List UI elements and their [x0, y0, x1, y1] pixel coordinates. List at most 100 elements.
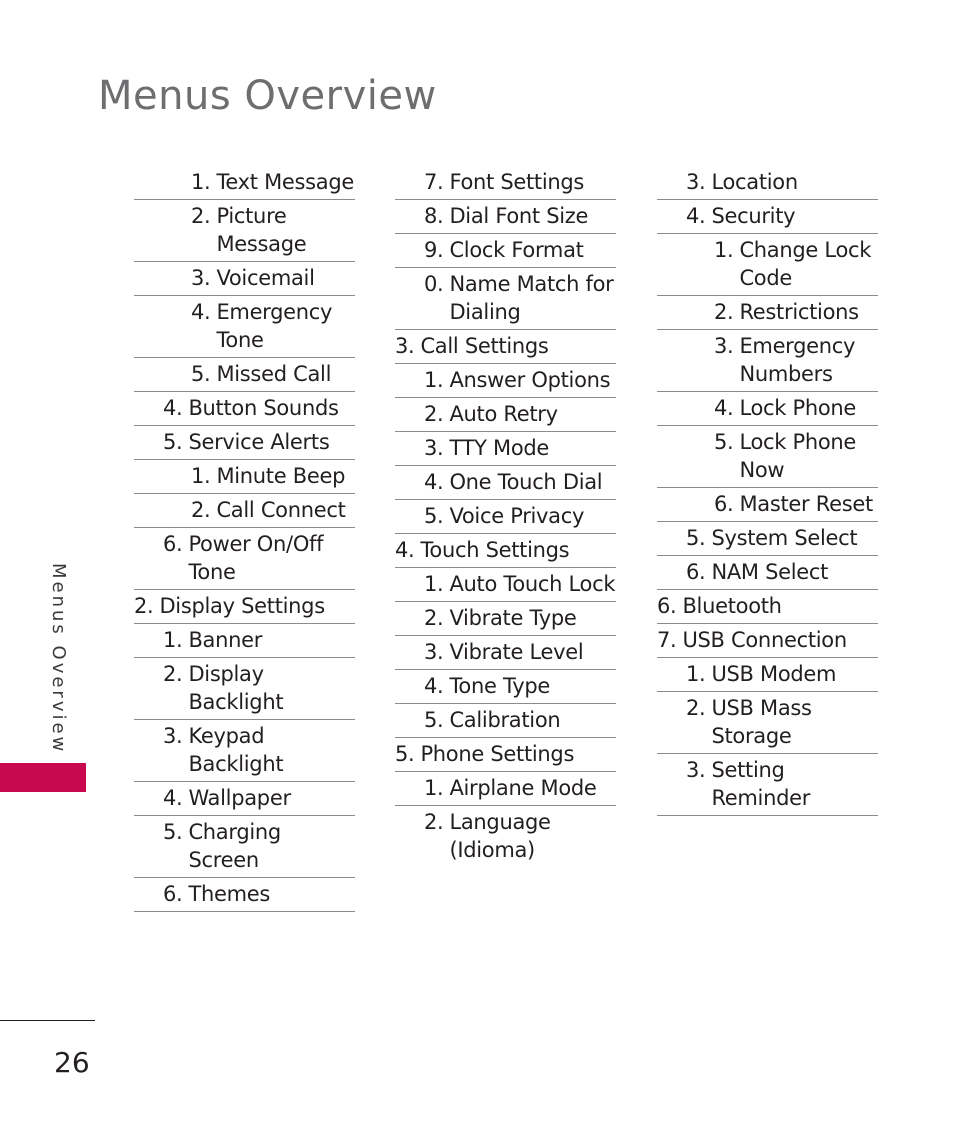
- menu-item-label: Tone Type: [449, 674, 550, 698]
- menu-item-label: Charging Screen: [188, 820, 281, 872]
- menu-item-number: 1.: [714, 238, 734, 262]
- menu-item: 6. Power On/Off Tone: [134, 528, 355, 590]
- menu-item-label: Display Backlight: [188, 662, 284, 714]
- menu-item: 2. Display Settings: [134, 590, 355, 624]
- menu-item-label: Emergency Tone: [216, 300, 333, 352]
- menu-item-label: Location: [711, 170, 798, 194]
- menu-item: 7. Font Settings: [395, 166, 616, 200]
- menu-item: 8. Dial Font Size: [395, 200, 616, 234]
- menu-item: 2. Call Connect: [134, 494, 355, 528]
- menu-item-label: Vibrate Type: [449, 606, 577, 630]
- menu-item-number: 1.: [424, 572, 444, 596]
- menu-item-number: 4.: [714, 396, 734, 420]
- menu-item: 6. Master Reset: [657, 488, 878, 522]
- menu-item-label: Restrictions: [739, 300, 859, 324]
- menu-item: 4. Wallpaper: [134, 782, 355, 816]
- menu-item-number: 2.: [191, 498, 211, 522]
- menu-item: 2. Vibrate Type: [395, 602, 616, 636]
- menu-item-label: Service Alerts: [188, 430, 330, 454]
- menu-item-number: 1.: [191, 170, 211, 194]
- menu-item-number: 4.: [191, 300, 211, 324]
- menu-item-label: Calibration: [449, 708, 561, 732]
- menu-item-label: Answer Options: [449, 368, 611, 392]
- menu-item-label: Lock Phone: [739, 396, 857, 420]
- menu-item-number: 3.: [395, 334, 415, 358]
- menu-item-number: 4.: [424, 470, 444, 494]
- menu-item-label: Keypad Backlight: [188, 724, 284, 776]
- menu-item-number: 8.: [424, 204, 444, 228]
- menu-item-number: 5.: [395, 742, 415, 766]
- menu-item-number: 0.: [424, 272, 444, 296]
- menu-item: 3. Emergency Numbers: [657, 330, 878, 392]
- menu-item-label: Banner: [188, 628, 263, 652]
- menu-item: 2. Restrictions: [657, 296, 878, 330]
- menu-item: 3. TTY Mode: [395, 432, 616, 466]
- menu-item: 2. Language (Idioma): [395, 806, 616, 867]
- menu-item-label: Call Connect: [216, 498, 346, 522]
- menu-item-number: 5.: [714, 430, 734, 454]
- menu-item-label: Missed Call: [216, 362, 332, 386]
- menu-item-label: Master Reset: [739, 492, 873, 516]
- menu-item-number: 2.: [134, 594, 154, 618]
- menu-item: 6. NAM Select: [657, 556, 878, 590]
- menu-item: 3. Vibrate Level: [395, 636, 616, 670]
- menu-item-number: 1.: [163, 628, 183, 652]
- menu-item-label: System Select: [711, 526, 858, 550]
- menu-item-label: Display Settings: [159, 594, 325, 618]
- menu-item: 4. Button Sounds: [134, 392, 355, 426]
- menu-item: 5. Phone Settings: [395, 738, 616, 772]
- menu-item: 2. Display Backlight: [134, 658, 355, 720]
- menu-item-number: 7.: [657, 628, 677, 652]
- menu-item: 1. Banner: [134, 624, 355, 658]
- menu-item-label: Wallpaper: [188, 786, 291, 810]
- menu-item-number: 2.: [686, 696, 706, 720]
- menu-item-label: Airplane Mode: [449, 776, 597, 800]
- menu-item-label: Lock Phone Now: [739, 430, 857, 482]
- menu-column-3: 3. Location 4. Security 1. Change Lock Code 2.…: [657, 166, 878, 816]
- menu-item: 1. Auto Touch Lock: [395, 568, 616, 602]
- menu-item-number: 3.: [424, 640, 444, 664]
- menu-item-number: 6.: [686, 560, 706, 584]
- menu-item-label: Auto Retry: [449, 402, 558, 426]
- menu-column-1: 1. Text Message 2. Picture Message 3. Voicema…: [134, 166, 355, 912]
- menu-item-label: USB Connection: [682, 628, 847, 652]
- menu-item-number: 1.: [424, 776, 444, 800]
- menu-item: 2. USB Mass Storage: [657, 692, 878, 754]
- menu-item: 5. Service Alerts: [134, 426, 355, 460]
- menu-item-label: Touch Settings: [420, 538, 570, 562]
- menu-item-label: Bluetooth: [682, 594, 782, 618]
- menu-item-label: Button Sounds: [188, 396, 339, 420]
- menu-item-label: Emergency Numbers: [739, 334, 856, 386]
- menu-item: 3. Setting Reminder: [657, 754, 878, 816]
- menu-item: 4. Tone Type: [395, 670, 616, 704]
- menu-item-number: 4.: [424, 674, 444, 698]
- menu-item-number: 5.: [686, 526, 706, 550]
- menu-item: 6. Bluetooth: [657, 590, 878, 624]
- menu-item-label: Voice Privacy: [449, 504, 585, 528]
- menu-item-label: USB Modem: [711, 662, 837, 686]
- menu-item: 7. USB Connection: [657, 624, 878, 658]
- menu-item: 4. Security: [657, 200, 878, 234]
- menu-item-label: Themes: [188, 882, 271, 906]
- menu-item: 4. Touch Settings: [395, 534, 616, 568]
- menu-item-number: 6.: [714, 492, 734, 516]
- menu-item-number: 6.: [657, 594, 677, 618]
- menu-item-label: Name Match for Dialing: [449, 272, 614, 324]
- menu-item: 5. Voice Privacy: [395, 500, 616, 534]
- side-section-label: Menus Overview: [48, 563, 69, 755]
- menu-item-label: Voicemail: [216, 266, 315, 290]
- menu-item-number: 2.: [424, 402, 444, 426]
- menu-item: 3. Keypad Backlight: [134, 720, 355, 782]
- menu-item-number: 5.: [163, 820, 183, 844]
- menu-item-number: 2.: [424, 606, 444, 630]
- menu-item-number: 4.: [163, 396, 183, 420]
- menu-item-number: 4.: [395, 538, 415, 562]
- menu-item-label: Language (Idioma): [449, 810, 551, 862]
- menu-item: 3. Location: [657, 166, 878, 200]
- menu-item-number: 2.: [424, 810, 444, 834]
- menu-item-label: Auto Touch Lock: [449, 572, 616, 596]
- menu-item-number: 3.: [686, 758, 706, 782]
- menu-item-number: 2.: [714, 300, 734, 324]
- menu-item-number: 3.: [686, 170, 706, 194]
- menu-item-number: 3.: [163, 724, 183, 748]
